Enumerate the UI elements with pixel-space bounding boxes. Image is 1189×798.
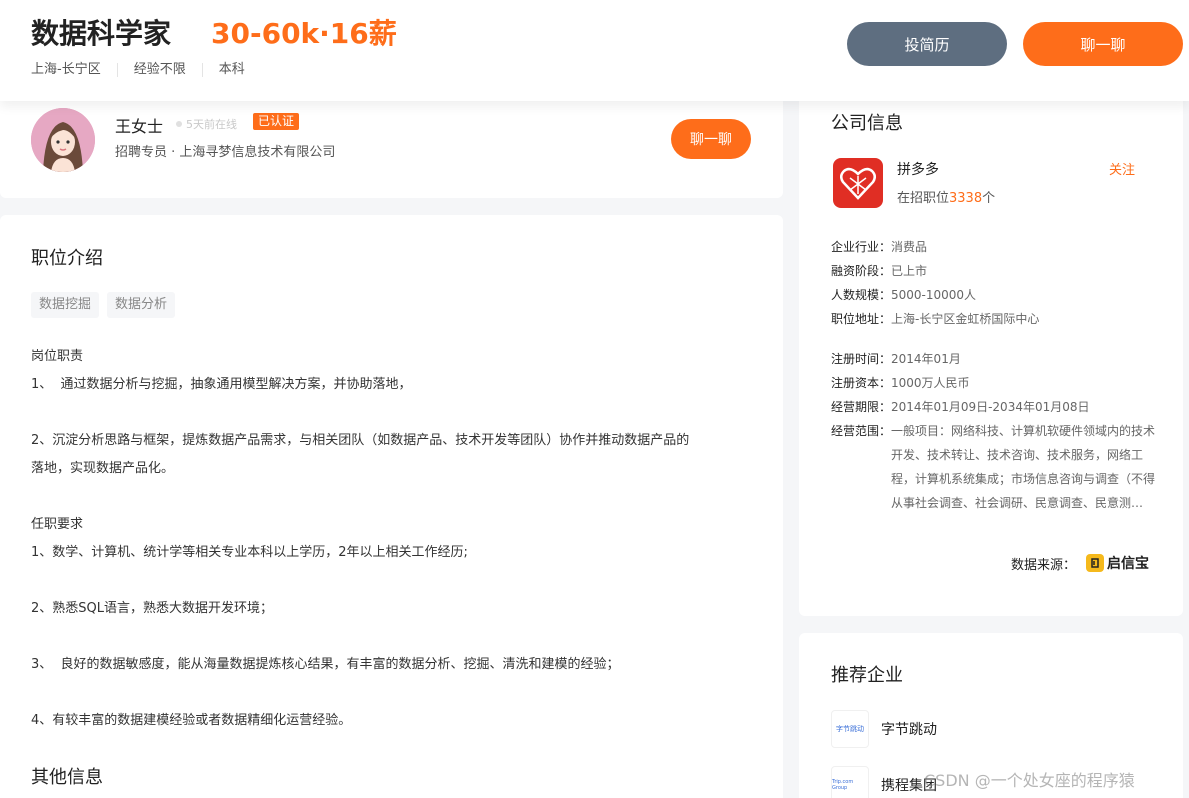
size-row: 人数规模： 5000-10000人 — [831, 283, 1161, 307]
capital-row: 注册资本： 1000万人民币 — [831, 371, 1161, 395]
recruiter-name: 王女士 — [115, 117, 164, 136]
desc-line: 岗位职责 — [31, 349, 84, 364]
job-description: 岗位职责 1、 通过数据分析与挖掘，抽象通用模型解决方案，并协助落地， 2、沉淀… — [31, 343, 761, 735]
desc-line: 3、 良好的数据敏感度，能从海量数据提炼核心结果，有丰富的数据分析、挖掘、清洗和… — [31, 657, 620, 672]
desc-line: 4、有较丰富的数据建模经验或者数据精细化运营经验。 — [31, 713, 352, 728]
funding-value: 已上市 — [891, 264, 928, 278]
desc-line — [31, 679, 761, 707]
job-intro-title: 职位介绍 — [31, 248, 103, 269]
skill-tag[interactable]: 数据挖掘 — [31, 292, 100, 318]
verified-badge: 已认证 — [253, 113, 300, 130]
desc-line — [31, 567, 761, 595]
online-status-text: 5天前在线 — [186, 118, 237, 131]
term-label: 经营期限： — [831, 400, 892, 414]
desc-line — [31, 483, 761, 511]
source-logo[interactable]: 启信宝 — [1086, 553, 1149, 573]
follow-button[interactable]: 关注 — [1109, 159, 1135, 178]
recruiter-card: 王女士 5天前在线 已认证 招聘专员 · 上海寻梦信息技术有限公司 聊一聊 — [0, 101, 783, 198]
desc-line — [31, 623, 761, 651]
desc-line: 落地，实现数据产品化。 — [31, 461, 175, 476]
location-tag: 上海-长宁区 — [31, 62, 101, 77]
term-value: 2014年01月09日-2034年01月08日 — [891, 400, 1090, 414]
desc-line: 2、熟悉SQL语言，熟悉大数据开发环境； — [31, 601, 273, 616]
desc-line: 2、沉淀分析思路与框架，提炼数据产品需求，与相关团队（如数据产品、技术开发等团队… — [31, 433, 690, 448]
capital-value: 1000万人民币 — [891, 376, 970, 390]
positions-suffix: 个 — [982, 191, 996, 206]
send-resume-button[interactable]: 投简历 — [847, 22, 1007, 66]
job-header: 数据科学家 30-60k·16薪 上海-长宁区 经验不限 本科 投简历 聊一聊 — [0, 0, 1189, 101]
term-row: 经营期限： 2014年01月09日-2034年01月08日 — [831, 395, 1161, 419]
positions-prefix: 在招职位 — [897, 191, 950, 206]
desc-line: 1、 通过数据分析与挖掘，抽象通用模型解决方案，并协助落地， — [31, 377, 412, 392]
scope-label: 经营范围： — [831, 424, 892, 438]
funding-label: 融资阶段： — [831, 264, 892, 278]
address-label: 职位地址： — [831, 312, 892, 326]
recommended-title: 推荐企业 — [831, 665, 903, 686]
data-source: 数据来源： 启信宝 — [1011, 553, 1149, 573]
recruiter-company: 招聘专员 · 上海寻梦信息技术有限公司 — [115, 145, 336, 160]
watermark: CSDN @一个处女座的程序猿 — [924, 771, 1135, 790]
other-info-title: 其他信息 — [31, 767, 103, 788]
trip-logo-icon: Trip.com Group — [831, 766, 869, 798]
address-value: 上海-长宁区金虹桥国际中心 — [891, 312, 1040, 326]
source-label: 数据来源： — [1011, 557, 1077, 573]
company-details: 企业行业： 消费品 融资阶段： 已上市 人数规模： 5000-10000人 职位… — [831, 235, 1161, 515]
qixinbao-icon — [1086, 554, 1105, 572]
reg-date-value: 2014年01月 — [891, 352, 961, 366]
experience-tag: 经验不限 — [116, 63, 202, 77]
capital-label: 注册资本： — [831, 376, 892, 390]
size-label: 人数规模： — [831, 288, 892, 302]
industry-row: 企业行业： 消费品 — [831, 235, 1161, 259]
company-info-card: 公司信息 拼多多 关注 在招职位3338个 企业行业： 消费品 融资阶段： 已上… — [799, 101, 1183, 616]
skill-tags: 数据挖掘 数据分析 — [31, 292, 176, 318]
degree-tag: 本科 — [201, 63, 261, 77]
recruiter-chat-button[interactable]: 聊一聊 — [671, 119, 751, 159]
open-positions[interactable]: 在招职位3338个 — [897, 187, 995, 206]
reg-date-row: 注册时间： 2014年01月 — [831, 347, 1161, 371]
industry-value: 消费品 — [891, 240, 928, 254]
positions-count: 3338 — [949, 191, 983, 206]
online-status: 5天前在线 — [176, 116, 237, 132]
recommended-item[interactable]: 字节跳动 字节跳动 — [831, 710, 937, 748]
recruiter-avatar[interactable] — [31, 108, 95, 172]
reg-date-label: 注册时间： — [831, 352, 892, 366]
address-row: 职位地址： 上海-长宁区金虹桥国际中心 — [831, 307, 1161, 331]
funding-row: 融资阶段： 已上市 — [831, 259, 1161, 283]
scope-row: 经营范围： 一般项目：网络科技、计算机软硬件领域内的技术开发、技术转让、技术咨询… — [831, 419, 1161, 515]
chat-button[interactable]: 聊一聊 — [1023, 22, 1183, 66]
industry-label: 企业行业： — [831, 240, 892, 254]
skill-tag[interactable]: 数据分析 — [107, 292, 176, 318]
job-title: 数据科学家 — [31, 17, 172, 50]
company-info-title: 公司信息 — [831, 113, 903, 134]
size-value: 5000-10000人 — [891, 288, 977, 302]
scope-value: 一般项目：网络科技、计算机软硬件领域内的技术开发、技术转让、技术咨询、技术服务，… — [891, 424, 1156, 510]
desc-line: 1、数学、计算机、统计学等相关专业本科以上学历，2年以上相关工作经历; — [31, 545, 468, 560]
online-dot-icon — [176, 121, 182, 127]
source-name: 启信宝 — [1107, 556, 1150, 572]
bytedance-logo-icon: 字节跳动 — [831, 710, 869, 748]
desc-line — [31, 399, 761, 427]
company-logo-icon[interactable] — [833, 158, 883, 208]
desc-line: 任职要求 — [31, 517, 84, 532]
company-name[interactable]: 拼多多 — [897, 159, 939, 179]
job-description-card: 职位介绍 数据挖掘 数据分析 岗位职责 1、 通过数据分析与挖掘，抽象通用模型解… — [0, 215, 783, 798]
salary: 30-60k·16薪 — [211, 17, 397, 50]
recommended-name: 字节跳动 — [881, 722, 937, 738]
recommended-item[interactable]: Trip.com Group 携程集团 — [831, 766, 937, 798]
job-tags: 上海-长宁区 经验不限 本科 — [31, 63, 261, 77]
